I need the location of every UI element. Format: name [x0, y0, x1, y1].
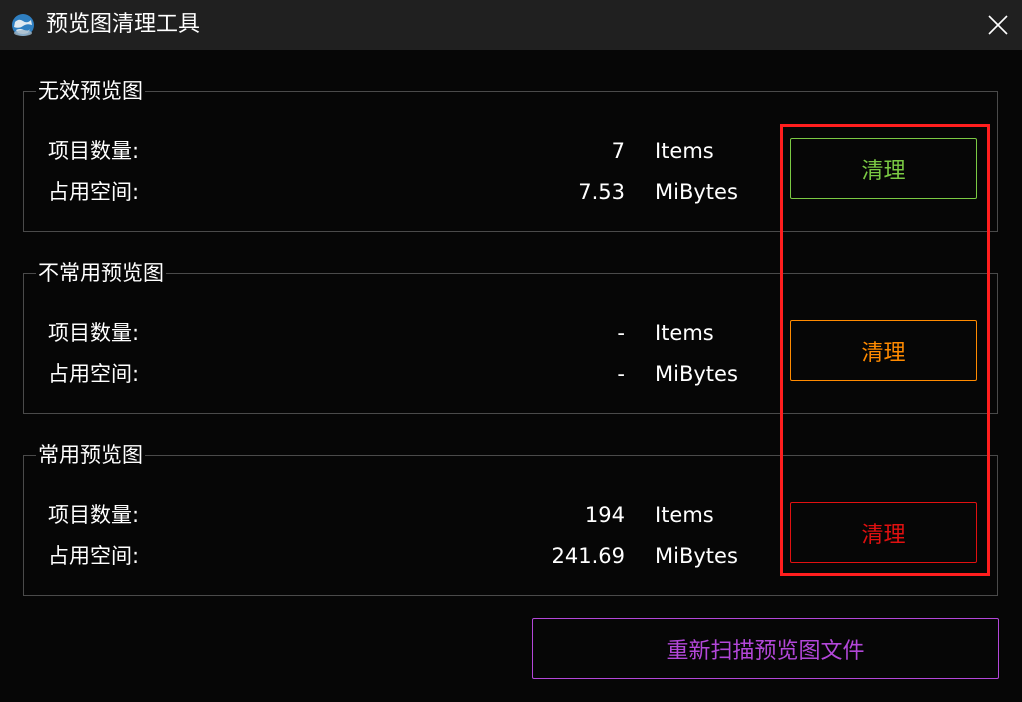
clean-frequent-button[interactable]: 清理	[790, 502, 977, 563]
space-used-label: 占用空间:	[48, 362, 140, 386]
group-title: 无效预览图	[36, 78, 145, 104]
space-used-unit: MiBytes	[655, 362, 738, 386]
space-used-unit: MiBytes	[655, 544, 738, 568]
group-title: 常用预览图	[36, 442, 145, 468]
close-icon	[988, 15, 1008, 35]
close-button[interactable]	[974, 0, 1022, 50]
app-window: 预览图清理工具 无效预览图 项目数量: 7 Items 占用空间: 7.53 M…	[0, 0, 1022, 702]
space-used-unit: MiBytes	[655, 180, 738, 204]
space-used-value: -	[617, 362, 625, 386]
item-count-value: -	[617, 321, 625, 345]
clean-rarely-used-button[interactable]: 清理	[790, 320, 977, 381]
content-area: 无效预览图 项目数量: 7 Items 占用空间: 7.53 MiBytes 不…	[0, 50, 1022, 702]
clean-invalid-button[interactable]: 清理	[790, 138, 977, 199]
window-title: 预览图清理工具	[46, 12, 201, 37]
space-used-label: 占用空间:	[48, 180, 140, 204]
app-globe-icon	[12, 14, 34, 36]
item-count-unit: Items	[655, 139, 714, 163]
space-used-value: 241.69	[551, 544, 625, 568]
group-title: 不常用预览图	[36, 260, 166, 286]
item-count-label: 项目数量:	[48, 321, 140, 345]
item-count-unit: Items	[655, 321, 714, 345]
rescan-previews-button[interactable]: 重新扫描预览图文件	[532, 618, 999, 679]
space-used-label: 占用空间:	[48, 544, 140, 568]
item-count-value: 7	[611, 139, 625, 163]
item-count-value: 194	[584, 503, 625, 527]
space-used-value: 7.53	[578, 180, 625, 204]
title-bar[interactable]: 预览图清理工具	[0, 0, 1022, 50]
item-count-label: 项目数量:	[48, 503, 140, 527]
item-count-unit: Items	[655, 503, 714, 527]
item-count-label: 项目数量:	[48, 139, 140, 163]
